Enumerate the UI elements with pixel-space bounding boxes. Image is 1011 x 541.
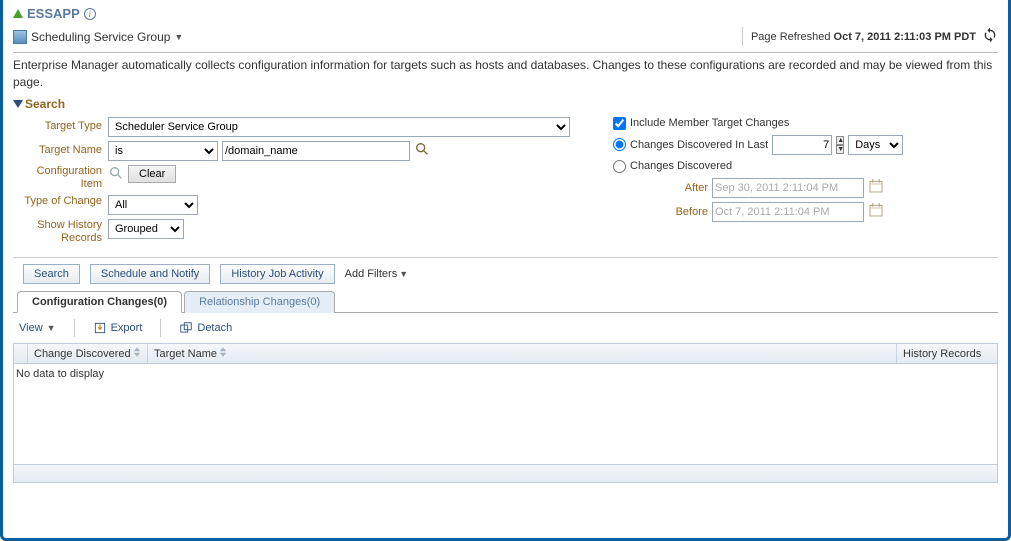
col-target-name[interactable]: Target Name (148, 344, 897, 363)
col-history-records[interactable]: History Records (897, 344, 997, 363)
refresh-time: Oct 7, 2011 2:11:03 PM PDT (834, 31, 976, 43)
app-title[interactable]: ESSAPP (27, 6, 80, 21)
chevron-down-icon: ▼ (47, 323, 56, 333)
label-config-item: Configuration Item (13, 165, 108, 191)
search-icon[interactable] (414, 141, 430, 160)
target-name-input[interactable] (222, 141, 410, 161)
label-target-type: Target Type (13, 117, 108, 133)
page-description: Enterprise Manager automatically collect… (13, 57, 998, 91)
show-history-select[interactable]: Grouped (108, 219, 184, 239)
before-date-input (712, 202, 864, 222)
label-target-name: Target Name (13, 141, 108, 157)
group-icon (13, 30, 27, 44)
discovered-range-radio[interactable] (613, 160, 626, 173)
search-section-toggle[interactable]: Search (13, 97, 998, 111)
add-filters-menu[interactable]: Add Filters ▼ (345, 268, 409, 280)
export-button[interactable]: Export (93, 321, 143, 335)
search-title: Search (25, 97, 65, 111)
export-label: Export (111, 322, 143, 334)
sort-icon (131, 347, 141, 360)
reload-icon[interactable] (982, 27, 998, 46)
tab-configuration-changes[interactable]: Configuration Changes(0) (17, 291, 182, 313)
info-icon[interactable]: i (84, 8, 96, 20)
discovered-last-label: Changes Discovered In Last (630, 139, 768, 151)
app-header: ESSAPP i (13, 6, 998, 21)
config-item-search-icon[interactable] (108, 165, 124, 184)
number-spinner[interactable]: ▲▼ (836, 136, 844, 154)
before-label: Before (658, 206, 708, 218)
calendar-icon[interactable] (868, 202, 884, 221)
col-change-discovered[interactable]: Change Discovered (28, 344, 148, 363)
collapse-icon (13, 100, 23, 108)
chevron-down-icon: ▼ (174, 32, 183, 42)
search-button[interactable]: Search (23, 264, 80, 284)
calendar-icon[interactable] (868, 178, 884, 197)
breadcrumb-label: Scheduling Service Group (31, 30, 170, 44)
refresh-prefix: Page Refreshed (751, 31, 831, 43)
breadcrumb-menu[interactable]: Scheduling Service Group ▼ (13, 30, 183, 44)
label-show-history: Show History Records (13, 219, 108, 245)
after-date-input (712, 178, 864, 198)
chevron-down-icon: ▼ (399, 269, 408, 279)
include-member-label: Include Member Target Changes (630, 117, 789, 129)
row-selector-header (14, 344, 28, 363)
up-arrow-icon (13, 9, 23, 18)
after-label: After (658, 182, 708, 194)
sort-icon (217, 347, 227, 360)
discovered-range-label: Changes Discovered (630, 160, 732, 172)
tab-relationship-changes[interactable]: Relationship Changes(0) (184, 291, 335, 313)
view-label: View (19, 322, 43, 334)
detach-button[interactable]: Detach (179, 321, 232, 335)
history-job-button[interactable]: History Job Activity (220, 264, 334, 284)
view-menu[interactable]: View ▼ (19, 322, 56, 334)
page-refresh-status: Page Refreshed Oct 7, 2011 2:11:03 PM PD… (742, 27, 998, 46)
type-of-change-select[interactable]: All (108, 195, 198, 215)
table-empty-message: No data to display (14, 364, 997, 384)
add-filters-label: Add Filters (345, 268, 398, 280)
discovered-last-unit[interactable]: Days (848, 135, 903, 155)
schedule-notify-button[interactable]: Schedule and Notify (90, 264, 210, 284)
target-name-operator[interactable]: is (108, 141, 218, 161)
target-type-select[interactable]: Scheduler Service Group (108, 117, 570, 137)
label-type-of-change: Type of Change (13, 195, 108, 208)
clear-button[interactable]: Clear (128, 165, 176, 183)
detach-label: Detach (197, 322, 232, 334)
discovered-last-value[interactable] (772, 135, 832, 155)
results-table: Change Discovered Target Name History Re… (13, 343, 998, 483)
include-member-checkbox[interactable] (613, 117, 626, 130)
discovered-last-radio[interactable] (613, 138, 626, 151)
